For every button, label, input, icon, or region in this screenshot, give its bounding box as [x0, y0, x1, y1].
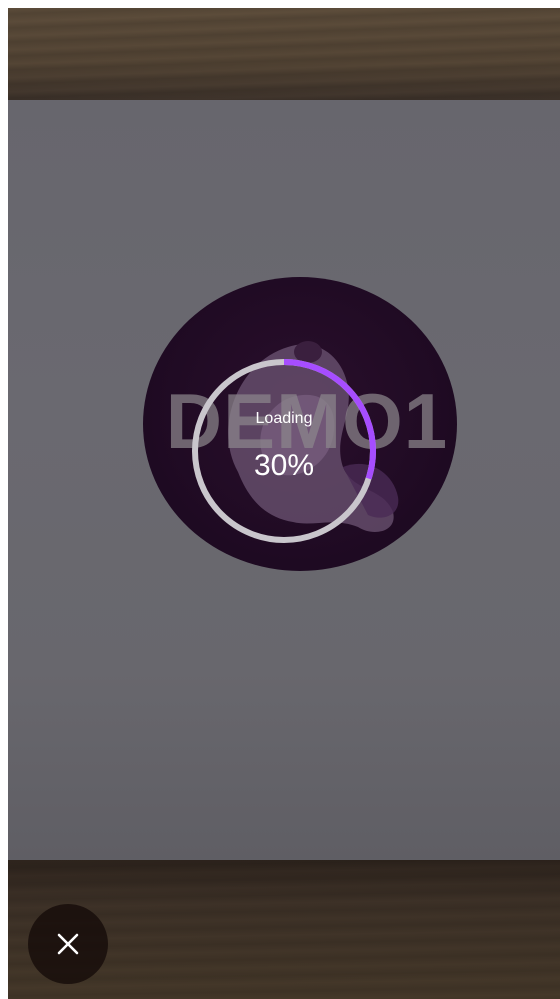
loading-percent: 30%	[253, 449, 315, 482]
close-icon	[57, 933, 79, 955]
loading-label: Loading	[255, 410, 313, 427]
close-button[interactable]	[28, 904, 108, 984]
ar-scanner-screen: DEMO1 Loading 30%	[0, 0, 560, 999]
table-surface-top	[8, 8, 560, 100]
